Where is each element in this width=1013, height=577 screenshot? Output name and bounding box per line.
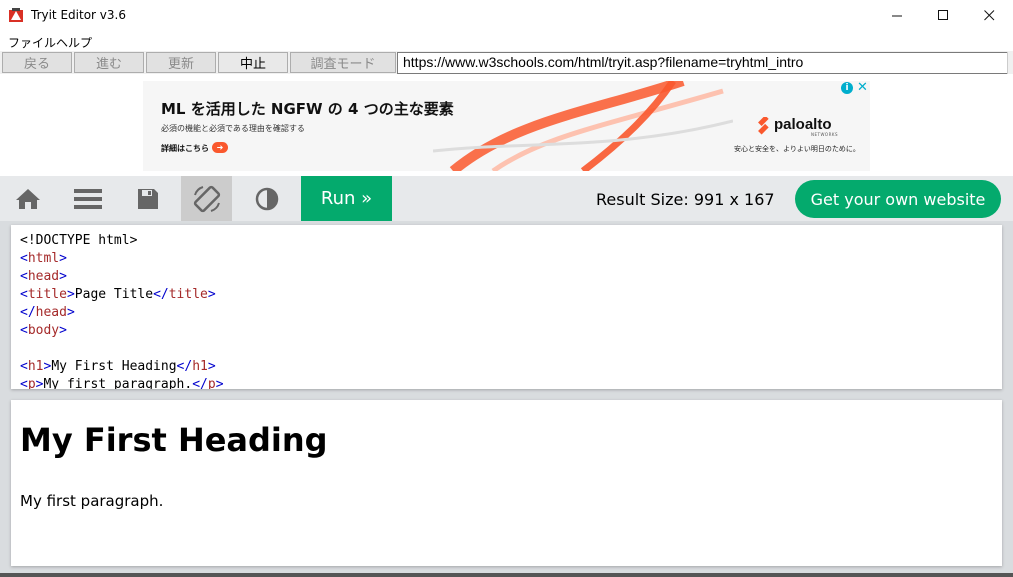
code-token: > (59, 323, 67, 338)
ad-info-icon[interactable]: i (841, 82, 853, 94)
refresh-button[interactable]: 更新 (146, 52, 216, 73)
code-line: <h1>My First Heading</h1> (20, 359, 216, 374)
code-token: </ (176, 359, 193, 374)
code-token: My First Heading (51, 359, 177, 374)
result-panel: My First Heading My first paragraph. (11, 400, 1002, 566)
home-icon (15, 188, 40, 209)
menu-file[interactable]: ファイル (8, 34, 56, 51)
maximize-icon (937, 10, 948, 20)
minimize-icon (891, 15, 902, 17)
stop-button[interactable]: 中止 (218, 52, 288, 73)
code-token: > (59, 251, 67, 266)
menu-bar: ファイル ヘルプ (0, 31, 1013, 51)
ad-decoration-swoosh (433, 81, 733, 171)
code-token: html (27, 251, 60, 266)
result-heading: My First Heading (20, 421, 328, 459)
code-line: <head> (20, 269, 67, 284)
code-token: <!DOCTYPE html> (20, 233, 138, 248)
rotate-layout-button[interactable] (181, 176, 232, 221)
code-token: head (27, 269, 60, 284)
app-icon (9, 8, 23, 22)
code-line: <title>Page Title</title> (20, 287, 216, 302)
code-token: h1 (192, 359, 208, 374)
result-paragraph: My first paragraph. (20, 492, 164, 510)
code-line: <body> (20, 323, 67, 338)
code-line: <p>My first paragraph.</p> (20, 377, 224, 389)
menu-button[interactable] (62, 176, 113, 221)
back-button[interactable]: 戻る (2, 52, 72, 73)
ad-logo-text: paloalto (774, 116, 832, 133)
ad-cta-link[interactable]: 詳細はこちら (161, 143, 209, 154)
maximize-button[interactable] (920, 0, 966, 31)
close-icon (983, 10, 994, 21)
ad-subtitle: 必須の機能と必須である理由を確認する (161, 124, 305, 133)
taskbar-edge (0, 573, 1013, 577)
close-button[interactable] (966, 0, 1012, 31)
code-editor[interactable]: <!DOCTYPE html> <html> <head> <title>Page T… (11, 225, 1002, 389)
title-bar: Tryit Editor v3.6 (0, 0, 1013, 31)
code-token: > (207, 287, 216, 302)
url-field[interactable]: https://www.w3schools.com/html/tryit.asp… (397, 52, 1008, 74)
ad-logo-subtext: NETWORKS (811, 132, 839, 137)
editor-area: <!DOCTYPE html> <html> <head> <title>Page T… (0, 221, 1013, 577)
get-website-button[interactable]: Get your own website (795, 180, 1001, 218)
code-line: <html> (20, 251, 67, 266)
code-token: < (20, 323, 28, 338)
paloalto-logo-icon (758, 117, 769, 135)
debug-mode-button[interactable]: 調査モード (290, 52, 396, 73)
code-token: p (27, 377, 36, 389)
code-token: < (20, 359, 28, 374)
code-token: title (168, 287, 208, 302)
code-token: > (59, 269, 67, 284)
nav-bar: 戻る 進む 更新 中止 調査モード https://www.w3schools.… (0, 51, 1013, 74)
code-token: < (20, 377, 28, 389)
code-token: Page Title (74, 287, 154, 302)
rotate-icon (193, 185, 220, 212)
theme-toggle-button[interactable] (241, 176, 292, 221)
ad-banner[interactable]: ML を活用した NGFW の 4 つの主な要素 必須の機能と必須である理由を確… (143, 81, 870, 171)
code-line: <!DOCTYPE html> (20, 233, 137, 248)
editor-toolbar: Run » Result Size: 991 x 167 Get your ow… (0, 176, 1013, 221)
run-button[interactable]: Run » (301, 176, 392, 221)
url-scrollbar[interactable] (1007, 52, 1013, 74)
code-token: > (215, 377, 224, 389)
menu-help[interactable]: ヘルプ (56, 34, 92, 51)
code-token: < (20, 287, 28, 302)
code-token: title (27, 287, 67, 302)
save-icon (137, 188, 158, 209)
menu-icon (73, 188, 102, 209)
code-token: > (207, 359, 216, 374)
code-token: </ (20, 305, 36, 320)
code-line: </head> (20, 305, 75, 320)
code-token: </ (192, 377, 208, 389)
contrast-icon (255, 187, 278, 210)
ad-title: ML を活用した NGFW の 4 つの主な要素 (161, 100, 454, 118)
code-token: body (27, 323, 60, 338)
minimize-button[interactable] (874, 0, 920, 31)
code-token: > (66, 305, 75, 320)
code-token: > (66, 287, 75, 302)
ad-close-icon[interactable]: ✕ (857, 80, 868, 95)
code-token: < (20, 269, 28, 284)
ad-area: ML を活用した NGFW の 4 つの主な要素 必須の機能と必須である理由を確… (0, 74, 1013, 176)
ad-tagline: 安心と安全を、よりよい明日のために。 (734, 145, 860, 153)
code-token: head (35, 305, 67, 320)
forward-button[interactable]: 進む (74, 52, 144, 73)
code-token: My first paragraph. (43, 377, 193, 389)
result-size-label: Result Size: 991 x 167 (596, 190, 775, 209)
code-token: </ (153, 287, 169, 302)
code-token: p (207, 377, 216, 389)
window-title: Tryit Editor v3.6 (31, 8, 126, 22)
arrow-right-icon: ➜ (212, 142, 228, 153)
code-token: h1 (27, 359, 44, 374)
code-token: < (20, 251, 28, 266)
home-button[interactable] (2, 176, 53, 221)
save-button[interactable] (122, 176, 173, 221)
